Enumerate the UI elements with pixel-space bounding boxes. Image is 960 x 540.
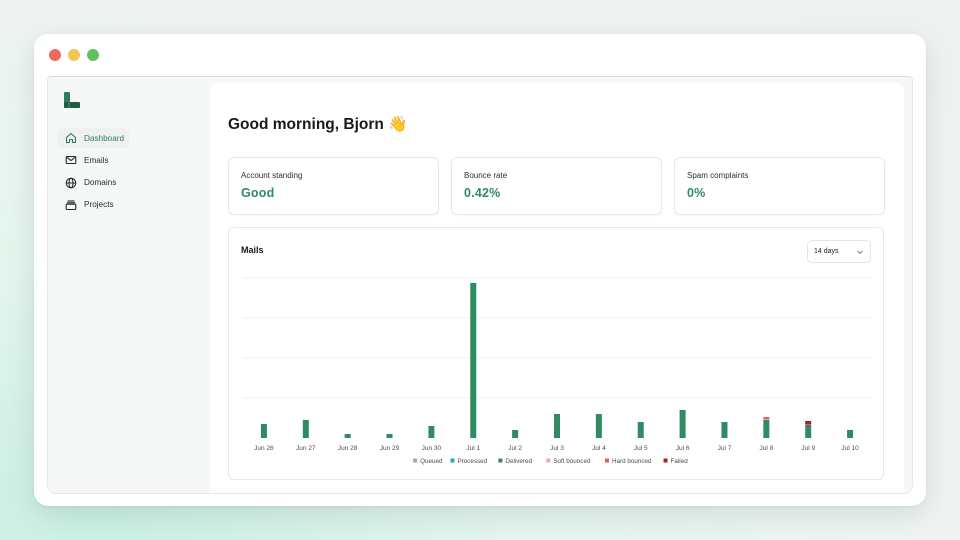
mail-icon [65, 156, 77, 165]
home-icon [65, 132, 77, 144]
x-tick-label: Jul 10 [841, 445, 859, 452]
legend-label: Soft bounced [553, 458, 591, 465]
folder-icon [65, 200, 77, 210]
bar-delivered [721, 422, 728, 438]
sidebar: Dashboard Emails Domains Projects [48, 77, 208, 493]
legend-label: Processed [457, 458, 487, 465]
bar-delivered [554, 414, 560, 438]
x-tick-label: Jul 6 [676, 445, 690, 452]
legend-label: Failed [671, 458, 689, 465]
stat-card-spam-complaints: Spam complaints 0% [674, 157, 885, 215]
page-title: Good morning, Bjorn 👋 [228, 116, 408, 133]
bar-delivered [679, 410, 686, 438]
bar-delivered [805, 425, 812, 438]
stat-card-account-standing: Account standing Good [228, 157, 439, 215]
maximize-window-button[interactable] [87, 49, 99, 61]
legend-swatch [604, 458, 609, 463]
legend-swatch [413, 458, 418, 463]
legend-swatch [450, 458, 455, 463]
sidebar-item-emails[interactable]: Emails [57, 150, 201, 170]
stat-value: Good [241, 186, 275, 200]
bar-hard-bounced [805, 424, 812, 425]
bar-delivered [637, 422, 644, 438]
sidebar-item-projects[interactable]: Projects [57, 195, 201, 215]
legend-swatch [546, 458, 551, 463]
sidebar-item-domains[interactable]: Domains [57, 173, 201, 193]
x-tick-label: Jul 3 [550, 445, 564, 452]
bar-failed [805, 421, 812, 424]
mails-bar-chart: Jun 26 Jun 27 Jun 28 Jun 29 Jun 30 Jul 1 Jul 2… [243, 277, 871, 465]
sidebar-item-label: Projects [84, 200, 114, 210]
x-tick-label: Jun 29 [380, 445, 400, 452]
bar-delivered [302, 420, 309, 438]
bar-delivered [260, 424, 267, 438]
bar-delivered [595, 414, 602, 438]
stat-card-bounce-rate: Bounce rate 0.42% [451, 157, 662, 215]
bar-hard-bounced [763, 417, 770, 419]
x-tick-label: Jul 9 [801, 445, 815, 452]
stat-value: 0.42% [464, 186, 501, 200]
app-window: Dashboard Emails Domains Projects Good m… [34, 34, 926, 506]
bar-delivered [512, 430, 519, 438]
x-tick-label: Jun 28 [338, 445, 358, 452]
sidebar-nav: Dashboard Emails Domains Projects [57, 128, 201, 217]
brand-logo-icon[interactable] [63, 91, 81, 109]
bar-delivered [763, 420, 770, 438]
x-tick-label: Jun 26 [254, 445, 274, 452]
minimize-window-button[interactable] [68, 49, 80, 61]
stat-label: Spam complaints [687, 171, 749, 180]
sidebar-item-label: Domains [84, 178, 117, 188]
legend-label: Delivered [505, 458, 532, 465]
x-tick-label: Jul 4 [592, 445, 606, 452]
legend-swatch [498, 458, 503, 463]
x-tick-label: Jul 2 [508, 445, 522, 452]
x-tick-label: Jul 7 [718, 445, 732, 452]
sidebar-item-dashboard[interactable]: Dashboard [57, 128, 129, 148]
mails-chart-card: Mails 14 days Jun 26 Jun 27 Jun 28 Jun 29 Ju… [228, 227, 884, 480]
stats-row: Account standing Good Bounce rate 0.42% … [228, 157, 885, 215]
legend-label: Hard bounced [612, 458, 652, 465]
bar-delivered [847, 430, 854, 438]
x-tick-label: Jul 5 [634, 445, 648, 452]
bar-delivered [386, 434, 393, 438]
sidebar-item-label: Dashboard [84, 133, 125, 143]
bar-delivered [344, 434, 351, 438]
x-tick-label: Jun 27 [296, 445, 316, 452]
legend-label: Queued [420, 458, 443, 465]
bar-soft-bounced [763, 419, 770, 420]
stat-label: Bounce rate [464, 171, 508, 180]
window-controls [49, 49, 99, 61]
x-tick-label: Jul 1 [466, 445, 480, 452]
main-content: Good morning, Bjorn 👋 Account standing G… [210, 83, 904, 493]
sidebar-item-label: Emails [84, 155, 109, 165]
x-tick-label: Jun 30 [422, 445, 442, 452]
globe-icon [65, 177, 77, 188]
bar-delivered [470, 283, 477, 438]
legend-swatch [663, 458, 668, 463]
close-window-button[interactable] [49, 49, 61, 61]
x-tick-label: Jul 8 [759, 445, 773, 452]
bar-delivered [428, 426, 435, 438]
app-frame: Dashboard Emails Domains Projects Good m… [47, 76, 913, 494]
stat-label: Account standing [241, 171, 303, 180]
stat-value: 0% [687, 186, 706, 200]
